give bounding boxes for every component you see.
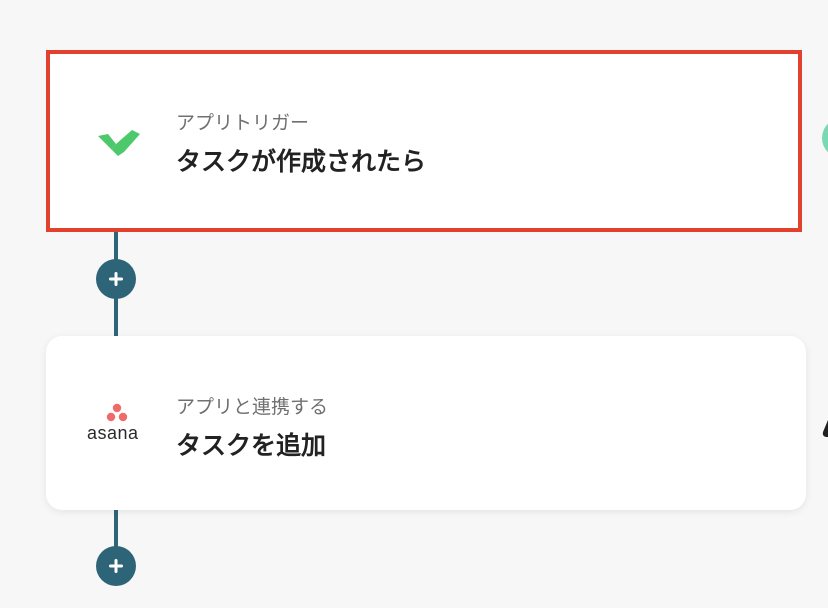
side-panel-avatar[interactable] [822, 118, 828, 158]
flow-canvas: アプリトリガー タスクが作成されたら asana アプリと連携する タスクを追加 [0, 0, 828, 608]
step-subtitle: アプリと連携する [176, 396, 329, 418]
plus-icon [109, 272, 123, 286]
step-subtitle: アプリトリガー [176, 112, 310, 134]
step-title: タスクを追加 [176, 431, 327, 460]
plus-icon [109, 559, 123, 573]
wrike-check-icon [98, 126, 142, 156]
add-step-button[interactable] [96, 546, 136, 586]
action-step-card[interactable]: asana アプリと連携する タスクを追加 [46, 336, 806, 510]
asana-logo-icon: asana [86, 402, 148, 448]
add-step-button[interactable] [96, 259, 136, 299]
side-panel-icon [822, 420, 828, 437]
step-title: タスクが作成されたら [176, 147, 427, 176]
asana-wordmark: asana [87, 423, 139, 443]
trigger-step-card[interactable]: アプリトリガー タスクが作成されたら [46, 50, 802, 232]
